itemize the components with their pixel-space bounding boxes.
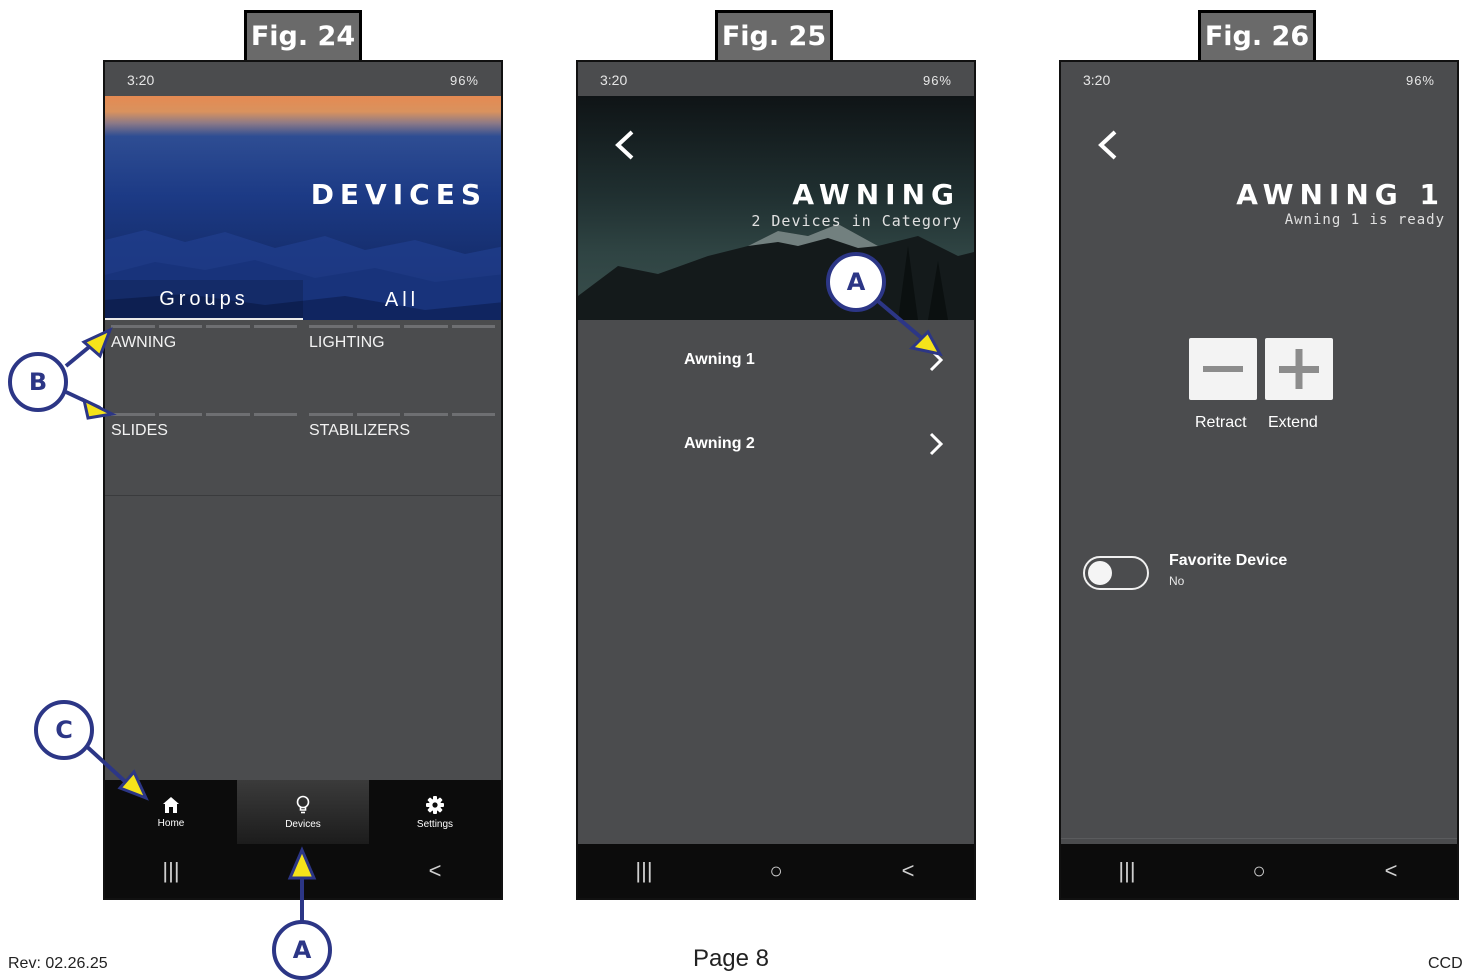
- system-nav-bar: ||| ○ <: [578, 844, 974, 898]
- status-battery: 96%: [449, 72, 479, 88]
- fig-26-label: Fig. 26: [1198, 10, 1316, 60]
- nav-devices-label: Devices: [285, 818, 321, 830]
- tab-bar: Groups All: [105, 280, 501, 320]
- fig-25-label: Fig. 25: [715, 10, 833, 60]
- status-battery: 96%: [1405, 72, 1435, 88]
- home-icon: [163, 796, 179, 813]
- back-arrow-icon[interactable]: [608, 128, 642, 162]
- gear-icon: [426, 795, 444, 814]
- nav-devices[interactable]: Devices: [237, 780, 369, 844]
- status-time: 3:20: [1083, 72, 1111, 88]
- home-button-icon[interactable]: ○: [746, 858, 806, 884]
- favorite-label: Favorite Device: [1169, 552, 1288, 569]
- toggle-knob: [1088, 561, 1112, 585]
- footer-right-label: CCD: [1428, 955, 1462, 972]
- plus-icon: [1279, 349, 1319, 389]
- tab-groups[interactable]: Groups: [105, 280, 303, 320]
- group-label: LIGHTING: [309, 334, 385, 351]
- status-time: 3:20: [127, 72, 155, 88]
- device-name: Awning 2: [684, 435, 755, 452]
- nav-home[interactable]: Home: [105, 780, 237, 844]
- phone-screen-awning-1: 3:20 96% AWNING 1 Awning 1 is ready Retr…: [1059, 60, 1459, 900]
- device-row-awning-1[interactable]: Awning 1: [578, 320, 974, 400]
- bulb-icon: [296, 795, 310, 813]
- nav-home-label: Home: [157, 817, 185, 829]
- bottom-navigation: Home Devices Settings: [105, 780, 501, 844]
- divider: [105, 495, 501, 496]
- page-subtitle: 2 Devices in Category: [751, 212, 962, 230]
- callout-b: B: [8, 352, 68, 412]
- nav-settings-label: Settings: [416, 818, 454, 830]
- phone-screen-devices: 3:20 96% DEVICES Groups All AWNING LIGHT…: [103, 60, 503, 900]
- back-button-icon[interactable]: <: [405, 858, 465, 884]
- group-tile-stabilizers[interactable]: STABILIZERS: [303, 408, 501, 496]
- group-grid: AWNING LIGHTING SLIDES STABILIZERS: [105, 320, 501, 496]
- device-row-awning-2[interactable]: Awning 2: [578, 404, 974, 484]
- group-label: AWNING: [111, 334, 177, 351]
- page-subtitle: Awning 1 is ready: [1284, 212, 1445, 228]
- recent-apps-icon[interactable]: |||: [141, 858, 201, 884]
- chevron-right-icon: [929, 348, 944, 372]
- chevron-right-icon: [929, 432, 944, 456]
- page-number: Page 8: [692, 945, 770, 972]
- home-button-icon[interactable]: ○: [1229, 858, 1289, 884]
- device-name: Awning 1: [684, 351, 755, 368]
- back-button-icon[interactable]: <: [878, 858, 938, 884]
- status-bar: 3:20 96%: [1061, 62, 1457, 98]
- group-tile-awning[interactable]: AWNING: [105, 320, 303, 408]
- recent-apps-icon[interactable]: |||: [1097, 858, 1157, 884]
- back-button-icon[interactable]: <: [1361, 858, 1421, 884]
- status-battery: 96%: [922, 72, 952, 88]
- favorite-toggle[interactable]: [1083, 556, 1149, 590]
- page-title: AWNING 1: [1236, 178, 1445, 211]
- nav-settings[interactable]: Settings: [369, 780, 501, 844]
- retract-button[interactable]: [1189, 338, 1257, 400]
- tab-all[interactable]: All: [303, 280, 501, 320]
- system-nav-bar: ||| ○ <: [1061, 844, 1457, 898]
- system-nav-bar: ||| <: [105, 844, 501, 898]
- recent-apps-icon[interactable]: |||: [614, 858, 674, 884]
- status-time: 3:20: [600, 72, 628, 88]
- divider: [1061, 838, 1457, 839]
- extend-button[interactable]: [1265, 338, 1333, 400]
- page-title: DEVICES: [310, 178, 487, 211]
- group-label: SLIDES: [111, 422, 168, 439]
- page-title: AWNING: [792, 178, 960, 211]
- fig-24-label: Fig. 24: [244, 10, 362, 60]
- group-label: STABILIZERS: [309, 422, 411, 439]
- group-tile-lighting[interactable]: LIGHTING: [303, 320, 501, 408]
- phone-screen-awning-category: 3:20 96% AWNING 2 Devices in Category Aw…: [576, 60, 976, 900]
- retract-label: Retract: [1195, 414, 1247, 431]
- status-bar: 3:20 96%: [578, 62, 974, 98]
- back-arrow-icon[interactable]: [1091, 128, 1125, 162]
- callout-c: C: [34, 700, 94, 760]
- home-button-icon[interactable]: [273, 858, 333, 884]
- status-bar: 3:20 96%: [105, 62, 501, 98]
- group-tile-slides[interactable]: SLIDES: [105, 408, 303, 496]
- extend-label: Extend: [1268, 414, 1318, 431]
- callout-a-fig25: A: [826, 252, 886, 312]
- favorite-value: No: [1169, 574, 1185, 588]
- minus-icon: [1203, 366, 1243, 372]
